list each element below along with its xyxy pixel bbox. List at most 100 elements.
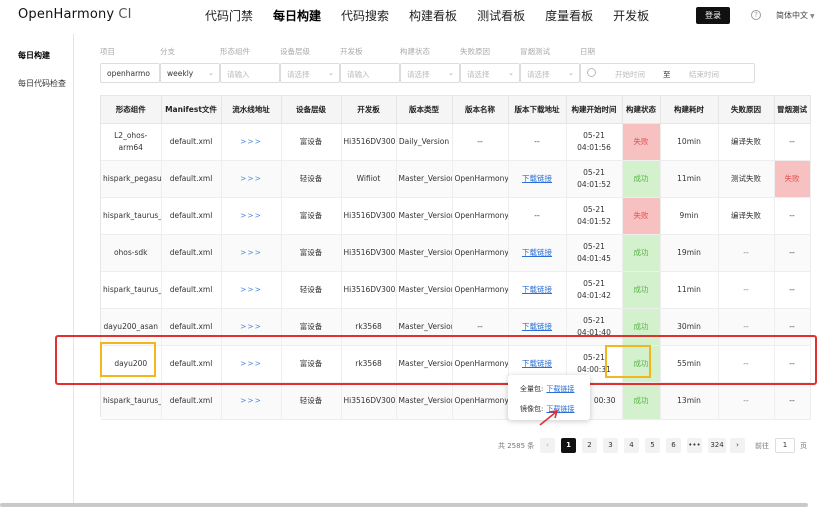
download-link-text[interactable]: 下载链接 <box>522 248 552 257</box>
cell-version-name: OpenHarmony_3.2.2.3 <box>452 234 509 272</box>
pipeline-link[interactable]: >>> <box>221 271 282 309</box>
col-header-component: 形态组件 <box>101 96 162 124</box>
col-header-manifest: Manifest文件 <box>161 96 222 124</box>
board-input[interactable]: 请输入 <box>340 63 400 83</box>
cell-smoke: -- <box>774 123 811 161</box>
smoke-badge: 失败 <box>774 160 811 198</box>
filter-label-build-status: 构建状态 <box>400 47 430 56</box>
pipeline-link[interactable]: >>> <box>221 123 282 161</box>
start-time-placeholder: 开始时间 <box>615 70 645 79</box>
nav-test-board[interactable]: 测试看板 <box>477 7 525 24</box>
cell-manifest: default.xml <box>161 271 222 309</box>
prev-page-button[interactable]: ‹ <box>540 438 555 453</box>
full-package-label: 全量包: <box>520 385 544 393</box>
table-row: hispark_pegasus default.xml >>> 轻设备 Wifi… <box>101 160 811 198</box>
device-level-select[interactable]: 请选择 ⌄ <box>280 63 340 83</box>
cell-component: hispark_taurus_standard <box>101 197 162 235</box>
branch-select[interactable]: weekly ⌄ <box>160 63 220 83</box>
pipeline-link[interactable]: >>> <box>221 160 282 198</box>
sidebar-item-daily-build[interactable]: 每日构建 <box>18 50 50 61</box>
nav-metrics-board[interactable]: 度量看板 <box>545 7 593 24</box>
goto-page-input[interactable]: 1 <box>775 438 795 453</box>
cell-fail-reason: 编译失败 <box>718 197 775 235</box>
cell-start-time: 05-21 04:01:56 <box>566 123 623 161</box>
col-header-status: 构建状态 <box>622 96 661 124</box>
brand-logo[interactable]: OpenHarmony CI <box>18 7 132 22</box>
page-ellipsis[interactable]: ••• <box>687 438 702 453</box>
page-button-5[interactable]: 5 <box>645 438 660 453</box>
cell-duration: 13min <box>660 382 719 420</box>
help-icon[interactable]: ? <box>751 10 761 20</box>
brand-suffix: CI <box>118 7 132 22</box>
nav-dev-board[interactable]: 开发板 <box>613 7 649 24</box>
horizontal-scrollbar[interactable] <box>0 503 808 507</box>
chevron-down-icon: ⌄ <box>328 69 334 77</box>
cell-smoke: -- <box>774 197 811 235</box>
login-button[interactable]: 登录 <box>696 7 730 24</box>
next-page-button[interactable]: › <box>730 438 745 453</box>
col-header-download: 版本下载地址 <box>508 96 567 124</box>
page-button-4[interactable]: 4 <box>624 438 639 453</box>
download-link[interactable]: 下载链接 <box>508 271 567 309</box>
nav-build-board[interactable]: 构建看板 <box>409 7 457 24</box>
page-button-last[interactable]: 324 <box>708 438 726 453</box>
cell-duration: 9min <box>660 197 719 235</box>
sidebar-item-daily-code-check[interactable]: 每日代码检查 <box>18 78 66 89</box>
clock-icon <box>587 68 596 77</box>
nav-code-search[interactable]: 代码搜索 <box>341 7 389 24</box>
cell-version-name: OpenHarmony_3.2.2.3 <box>452 382 509 420</box>
component-input[interactable]: 请输入 <box>220 63 280 83</box>
page-button-3[interactable]: 3 <box>603 438 618 453</box>
filter-label-board: 开发板 <box>340 47 363 56</box>
cell-version-name: OpenHarmony_3.2.2.3 <box>452 197 509 235</box>
smoke-test-select[interactable]: 请选择 ⌄ <box>520 63 580 83</box>
col-header-start-time: 构建开始时间 <box>566 96 623 124</box>
build-status-select[interactable]: 请选择 ⌄ <box>400 63 460 83</box>
fail-reason-placeholder: 请选择 <box>467 70 490 79</box>
cell-component: hispark_pegasus <box>101 160 162 198</box>
filter-label-component: 形态组件 <box>220 47 250 56</box>
download-link-text[interactable]: 下载链接 <box>522 285 552 294</box>
page-button-1[interactable]: 1 <box>561 438 576 453</box>
col-header-device-level: 设备层级 <box>281 96 342 124</box>
cell-level: 富设备 <box>281 197 342 235</box>
page-button-6[interactable]: 6 <box>666 438 681 453</box>
cell-version-name: OpenHarmony_3.2.2.3 <box>452 271 509 309</box>
status-badge: 成功 <box>622 271 661 309</box>
cell-board: Hi3516DV300 <box>341 382 397 420</box>
full-package-link[interactable]: 下载链接 <box>546 385 574 393</box>
pipeline-link[interactable]: >>> <box>221 382 282 420</box>
cell-duration: 10min <box>660 123 719 161</box>
status-badge: 失败 <box>622 123 661 161</box>
status-badge: 失败 <box>622 197 661 235</box>
nav-code-gate[interactable]: 代码门禁 <box>205 7 253 24</box>
download-link-text[interactable]: 下载链接 <box>522 322 552 331</box>
pipeline-link[interactable]: >>> <box>221 234 282 272</box>
project-select[interactable]: openharmo <box>100 63 160 83</box>
cell-version-type: Master_Version <box>396 160 453 198</box>
fail-reason-select[interactable]: 请选择 ⌄ <box>460 63 520 83</box>
col-header-duration: 构建耗时 <box>660 96 719 124</box>
language-select[interactable]: 简体中文 ▼ <box>776 10 815 21</box>
cell-start-time: 05-21 04:01:42 <box>566 271 623 309</box>
date-range-picker[interactable]: 开始时间 至 结束时间 <box>580 63 755 83</box>
nav-daily-build[interactable]: 每日构建 <box>273 7 321 24</box>
page-button-2[interactable]: 2 <box>582 438 597 453</box>
red-arrow-annotation <box>539 410 559 426</box>
status-badge: 成功 <box>622 160 661 198</box>
highlight-component-annotation <box>100 342 156 377</box>
branch-value: weekly <box>167 69 194 78</box>
download-link-text[interactable]: 下载链接 <box>522 174 552 183</box>
table-row: hispark_taurus_standard default.xml >>> … <box>101 197 811 235</box>
table-row: hispark_taurus_LiteOS default.xml >>> 轻设… <box>101 271 811 309</box>
download-link[interactable]: 下载链接 <box>508 234 567 272</box>
cell-smoke: -- <box>774 271 811 309</box>
cell-level: 富设备 <box>281 234 342 272</box>
cell-level: 轻设备 <box>281 382 342 420</box>
cell-version-name: OpenHarmony_3.2.2.3 <box>452 160 509 198</box>
cell-manifest: default.xml <box>161 123 222 161</box>
cell-smoke: -- <box>774 382 811 420</box>
top-bar: OpenHarmony CI 代码门禁 每日构建 代码搜索 构建看板 测试看板 度… <box>0 0 820 34</box>
download-link[interactable]: 下载链接 <box>508 160 567 198</box>
pipeline-link[interactable]: >>> <box>221 197 282 235</box>
